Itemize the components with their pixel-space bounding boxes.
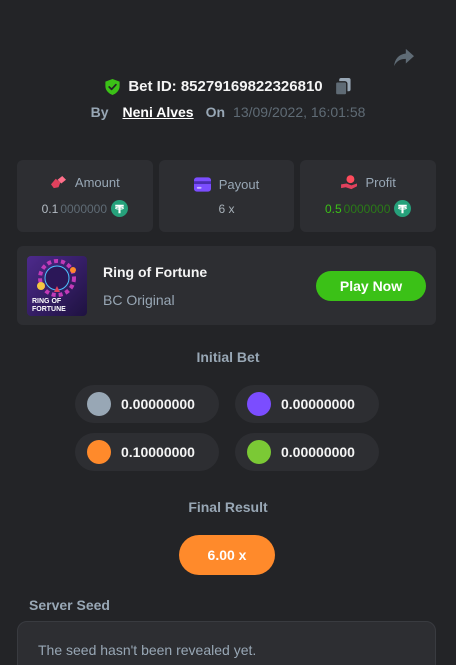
user-link[interactable]: Neni Alves [123, 104, 194, 120]
bet-stats: Amount 0.1 0000000 Payout 6 x Profit 0.5… [17, 160, 437, 232]
bet-chip-orange: 0.10000000 [75, 433, 219, 471]
bet-datetime: 13/09/2022, 16:01:58 [233, 104, 366, 120]
amount-label: Amount [74, 175, 120, 190]
chip-value: 0.00000000 [281, 444, 355, 460]
usdt-icon [394, 200, 412, 217]
green-dot [247, 440, 271, 464]
bet-chip-green: 0.00000000 [235, 433, 379, 471]
play-now-button[interactable]: Play Now [316, 271, 426, 301]
wallet-card-icon [193, 176, 211, 192]
on-label: On [205, 104, 226, 120]
chip-value: 0.10000000 [121, 444, 195, 460]
grey-dot [87, 392, 111, 416]
payout-value: 6 x [218, 201, 235, 216]
by-label: By [90, 104, 109, 120]
final-result-value: 6.00 x [179, 535, 275, 575]
server-seed-label: Server Seed [29, 597, 110, 613]
payout-label: Payout [218, 176, 260, 192]
thumb-title-line1: RING OF [32, 298, 62, 305]
amount-icon [50, 175, 66, 189]
bet-id-text: Bet ID: 85279169822326810 [128, 78, 323, 95]
thumb-title-line2: FORTUNE [32, 306, 66, 313]
bet-id-row: Bet ID: 85279169822326810 [0, 78, 456, 95]
game-card: RING OF FORTUNE Ring of Fortune BC Origi… [17, 246, 436, 325]
orange-dot [87, 440, 111, 464]
chip-value: 0.00000000 [121, 396, 195, 412]
amount-card: Amount 0.1 0000000 [17, 160, 153, 232]
profit-value-main: 0.5 [324, 201, 342, 216]
chip-value: 0.00000000 [281, 396, 355, 412]
server-seed-box: The seed hasn't been revealed yet. [17, 621, 436, 665]
profit-value-rest: 0000000 [343, 201, 391, 216]
share-icon[interactable] [393, 48, 415, 68]
profit-icon [340, 175, 357, 190]
game-thumbnail[interactable]: RING OF FORTUNE [27, 255, 87, 316]
shield-check-icon [105, 78, 120, 95]
profit-label: Profit [365, 175, 396, 190]
bet-chip-purple: 0.00000000 [235, 385, 379, 423]
game-name[interactable]: Ring of Fortune [103, 264, 207, 280]
amount-value-rest: 0000000 [60, 201, 108, 216]
copy-icon[interactable] [334, 78, 351, 95]
purple-dot [247, 392, 271, 416]
amount-value-main: 0.1 [41, 201, 59, 216]
usdt-icon [111, 200, 129, 217]
final-result-title: Final Result [188, 499, 268, 515]
server-seed-text: The seed hasn't been revealed yet. [38, 642, 257, 658]
game-subtitle: BC Original [103, 291, 175, 308]
bet-chip-grey: 0.00000000 [75, 385, 219, 423]
profit-card: Profit 0.5 0000000 [300, 160, 437, 232]
payout-card: Payout 6 x [158, 160, 295, 232]
initial-bet-title: Initial Bet [196, 349, 260, 365]
bettor-row: By Neni Alves On 13/09/2022, 16:01:58 [0, 104, 456, 120]
